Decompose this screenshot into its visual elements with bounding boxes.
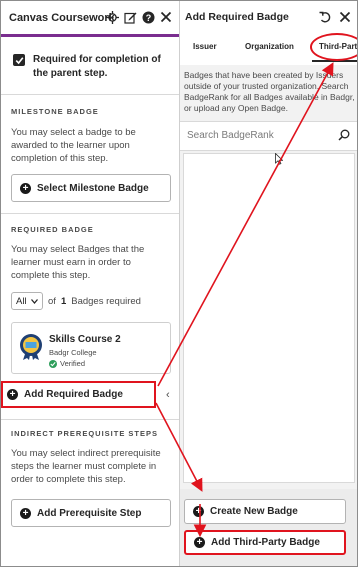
help-icon[interactable]: ? [141, 10, 155, 24]
required-completion-row: Required for completion of the parent st… [13, 53, 175, 81]
divider [1, 94, 179, 95]
add-prerequisite-label: Add Prerequisite Step [37, 507, 142, 519]
undo-icon[interactable] [318, 10, 332, 24]
add-third-party-badge-button[interactable]: + Add Third-Party Badge [184, 530, 346, 555]
required-completion-label: Required for completion of the parent st… [33, 54, 161, 79]
badges-required-row: All of 1 Badges required [11, 292, 141, 310]
right-panel-actions: + Create New Badge + Add Third-Party Bad… [180, 489, 357, 566]
plus-circle-icon: + [20, 182, 31, 194]
tab-issuer[interactable]: Issuer [193, 42, 217, 51]
count-suffix: Badges required [71, 295, 141, 307]
milestone-heading: MILESTONE BADGE [11, 107, 99, 116]
edit-icon[interactable] [123, 10, 137, 24]
verified-check-icon [49, 359, 57, 368]
close-icon[interactable] [338, 10, 352, 24]
move-icon[interactable] [105, 10, 119, 24]
plus-circle-icon: + [194, 537, 205, 548]
plus-circle-icon: + [193, 506, 204, 517]
add-required-badge-label: Add Required Badge [24, 389, 123, 400]
svg-text:?: ? [145, 12, 151, 22]
search-results-list [183, 153, 355, 483]
badge-count-select[interactable]: All [11, 292, 43, 310]
required-heading: REQUIRED BADGE [11, 225, 94, 234]
select-milestone-button[interactable]: + Select Milestone Badge [11, 174, 171, 202]
header-accent-bar [1, 34, 179, 37]
required-description: You may select Badges that the learner m… [11, 244, 145, 281]
right-panel-header: Add Required Badge Issuer Organization T… [180, 1, 357, 65]
step-settings-panel: Canvas Coursework ? Required for complet… [1, 1, 179, 566]
count-value: 1 [60, 295, 67, 307]
badge-name: Skills Course 2 [49, 334, 121, 345]
badge-image-icon [20, 334, 42, 360]
close-icon[interactable] [159, 10, 173, 24]
left-panel-title: Canvas Coursework [9, 12, 115, 24]
chevron-down-icon [31, 298, 38, 304]
right-header-icons [318, 10, 352, 24]
select-milestone-label: Select Milestone Badge [37, 182, 149, 194]
search-icon[interactable] [338, 129, 350, 141]
tab-organization[interactable]: Organization [245, 42, 294, 51]
plus-circle-icon: + [20, 507, 31, 519]
badge-verified-status: Verified [49, 359, 85, 368]
left-panel-header: Canvas Coursework ? [1, 1, 179, 36]
create-new-badge-button[interactable]: + Create New Badge [184, 499, 346, 524]
count-prefix: of [48, 295, 56, 307]
verified-label: Verified [60, 359, 86, 368]
mouse-cursor-icon [275, 153, 283, 165]
add-required-badge-panel: Add Required Badge Issuer Organization T… [179, 1, 357, 566]
divider [1, 213, 179, 214]
required-checkbox[interactable] [13, 54, 25, 66]
create-new-badge-label: Create New Badge [210, 506, 298, 517]
indirect-description: You may select indirect prerequisite ste… [11, 448, 161, 485]
third-party-tab-highlight [310, 33, 357, 61]
left-header-icons: ? [105, 10, 173, 24]
indirect-heading: INDIRECT PREREQUISITE STEPS [11, 429, 159, 438]
search-input[interactable]: Search BadgeRank [187, 130, 274, 141]
collapse-chevron-icon[interactable]: ‹ [166, 389, 170, 401]
third-party-description: Badges that have been created by Issuers… [184, 70, 355, 113]
right-panel-title: Add Required Badge [185, 11, 289, 23]
badge-count-select-value: All [16, 295, 27, 307]
screen-frame: Canvas Coursework ? Required for complet… [0, 0, 358, 567]
plus-circle-icon: + [7, 389, 18, 400]
required-badge-card[interactable]: Skills Course 2 Badgr College Verified [11, 322, 171, 374]
add-third-party-badge-label: Add Third-Party Badge [211, 537, 320, 548]
add-required-badge-button[interactable]: + Add Required Badge [1, 381, 156, 408]
badgerank-search[interactable]: Search BadgeRank [180, 121, 357, 151]
milestone-description: You may select a badge to be awarded to … [11, 127, 136, 164]
badge-issuer: Badgr College [49, 348, 97, 357]
add-prerequisite-button[interactable]: + Add Prerequisite Step [11, 499, 171, 527]
divider [1, 419, 179, 420]
